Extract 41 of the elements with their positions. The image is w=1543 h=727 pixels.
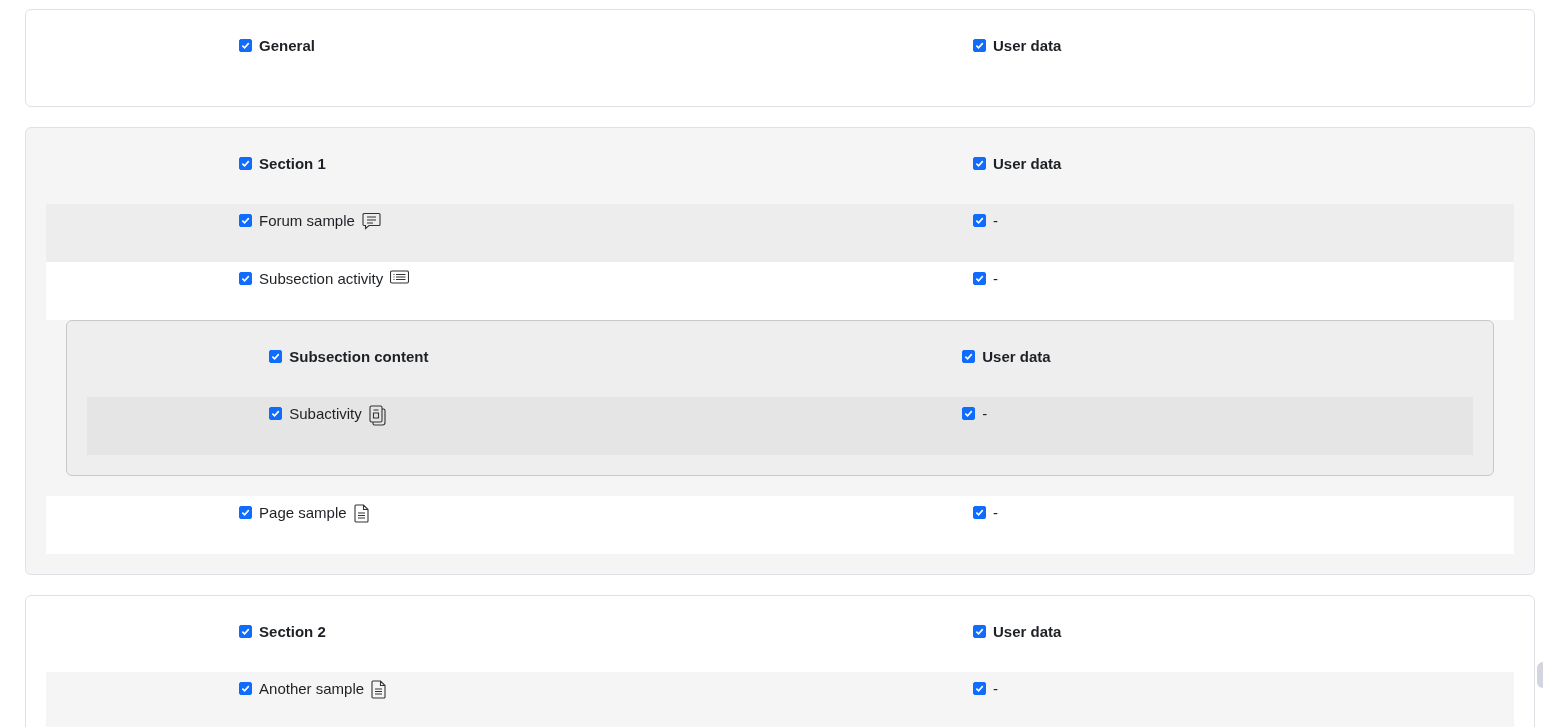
checkbox[interactable] [239,506,253,519]
copies-icon [368,405,388,426]
user-data-label: User data [993,155,1062,172]
list-icon [390,270,410,284]
checkbox[interactable] [973,214,987,227]
user-data-label: User data [982,348,1051,365]
activity-name: Subactivity [289,405,362,422]
user-data-value: - [993,212,999,229]
checkbox[interactable] [239,682,253,695]
checkbox[interactable] [239,272,253,285]
document-icon [353,504,369,523]
checkbox[interactable] [973,272,987,285]
checkbox[interactable] [973,625,987,638]
section-title: Section 2 [259,623,326,640]
user-data-value: - [993,504,999,521]
document-icon [371,680,387,699]
user-data-value: - [982,405,988,422]
checkbox[interactable] [962,350,976,363]
activity-name: Forum sample [259,212,355,229]
user-data-label: User data [993,623,1062,640]
checkbox[interactable] [239,157,253,170]
section-title: General [259,37,315,54]
activity-name: Subsection activity [259,270,384,287]
checkbox[interactable] [239,39,253,52]
checkbox[interactable] [973,682,987,695]
checkbox[interactable] [973,157,987,170]
checkbox[interactable] [973,39,987,52]
checkbox[interactable] [269,407,283,420]
section-title: Section 1 [259,155,326,172]
section-title: Subsection content [289,348,429,365]
user-data-value: - [993,270,999,287]
checkbox[interactable] [239,214,253,227]
activity-name: Page sample [259,504,347,521]
checkbox[interactable] [239,625,253,638]
checkbox[interactable] [269,350,283,363]
activity-name: Another sample [259,680,365,697]
user-data-value: - [993,680,999,697]
checkbox[interactable] [962,407,976,420]
chat-icon [361,212,381,230]
user-data-label: User data [993,37,1062,54]
checkbox[interactable] [973,506,987,519]
